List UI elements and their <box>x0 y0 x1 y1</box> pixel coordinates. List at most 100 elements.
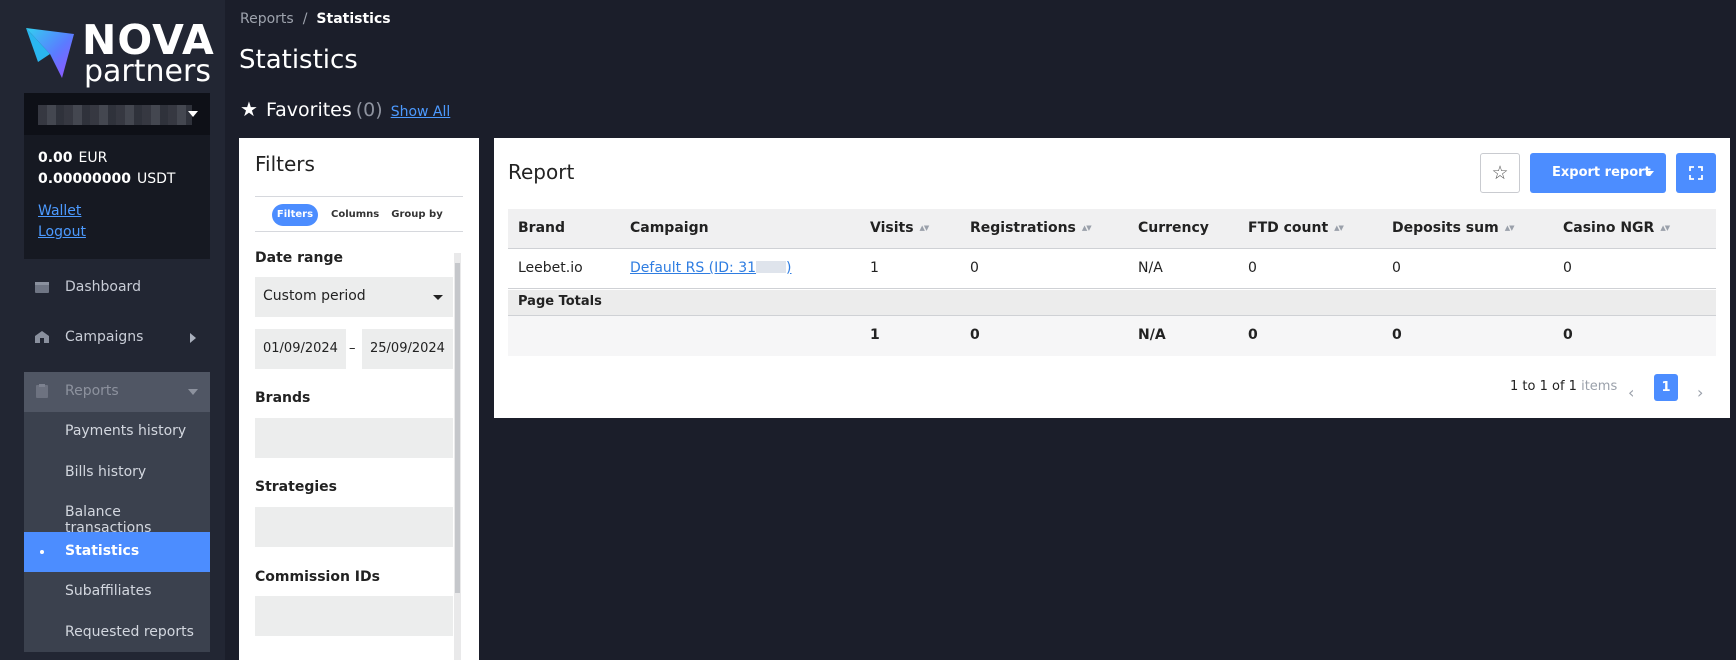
date-separator: – <box>349 341 356 356</box>
commission-ids-select[interactable] <box>255 596 453 636</box>
caret-down-icon <box>1646 171 1654 176</box>
nova-partners-logo[interactable]: NOVA partners <box>24 20 214 89</box>
brands-select[interactable] <box>255 418 453 458</box>
caret-down-icon <box>433 295 443 300</box>
commission-ids-label: Commission IDs <box>255 569 380 585</box>
date-period-select[interactable]: Custom period <box>255 277 453 317</box>
campaign-link[interactable]: Default RS (ID: 31) <box>630 260 792 276</box>
logout-link[interactable]: Logout <box>38 224 86 240</box>
nav-label-dashboard: Dashboard <box>65 279 141 295</box>
col-campaign[interactable]: Campaign <box>630 220 709 236</box>
page-title: Statistics <box>239 45 358 75</box>
tab-columns[interactable]: Columns <box>331 204 379 226</box>
active-dot <box>40 550 44 554</box>
chevron-right-icon[interactable]: › <box>1697 383 1703 402</box>
cell-currency: N/A <box>1138 260 1163 276</box>
total-deposits-sum: 0 <box>1392 327 1402 343</box>
date-from-input[interactable]: 01/09/2024 <box>255 329 346 369</box>
logo-text-partners: partners <box>84 54 211 89</box>
total-visits: 1 <box>870 327 880 343</box>
star-outline-icon: ☆ <box>1491 162 1509 184</box>
total-casino-ngr: 0 <box>1563 327 1573 343</box>
breadcrumb-reports[interactable]: Reports <box>240 11 294 27</box>
sort-icon: ▲▼ <box>1504 224 1515 232</box>
account-panel: 0.00 EUR 0.00000000 USDT Wallet Logout <box>24 93 210 259</box>
filters-panel: Filters Filters Columns Group by Date ra… <box>239 138 479 660</box>
chevron-down-icon <box>188 389 198 395</box>
cell-visits: 1 <box>870 260 879 276</box>
nav-item-reports[interactable]: Reports <box>24 372 210 412</box>
subnav-payments-history[interactable]: Payments history <box>24 412 210 452</box>
nav-label-reports: Reports <box>65 383 119 399</box>
cell-ftd-count: 0 <box>1248 260 1257 276</box>
subnav-balance-transactions[interactable]: Balance transactions <box>24 493 210 536</box>
pagination-page-1[interactable]: 1 <box>1654 374 1678 401</box>
cell-deposits-sum: 0 <box>1392 260 1401 276</box>
wallet-link[interactable]: Wallet <box>38 203 81 219</box>
chevron-right-icon <box>190 333 196 343</box>
page-totals-header: Page Totals <box>508 290 1716 316</box>
total-currency: N/A <box>1138 327 1166 343</box>
date-to-input[interactable]: 25/09/2024 <box>362 329 453 369</box>
sort-icon: ▲▼ <box>919 224 930 232</box>
fullscreen-button[interactable] <box>1676 153 1716 193</box>
table-row: Leebet.io Default RS (ID: 31) 1 0 N/A 0 … <box>508 249 1716 289</box>
breadcrumb-current: Statistics <box>316 11 391 27</box>
campaigns-icon <box>35 331 49 343</box>
cell-brand: Leebet.io <box>518 260 583 276</box>
filters-tabs: Filters Columns Group by <box>255 196 463 232</box>
page-totals-row: 1 0 N/A 0 0 0 <box>508 316 1716 356</box>
tab-group-by[interactable]: Group by <box>391 204 443 226</box>
subnav-statistics[interactable]: Statistics <box>24 532 210 572</box>
add-favorite-button[interactable]: ☆ <box>1480 153 1520 193</box>
col-deposits-sum[interactable]: Deposits sum ▲▼ <box>1392 220 1515 236</box>
filters-title: Filters <box>255 152 315 176</box>
dashboard-icon <box>35 282 49 293</box>
strategies-label: Strategies <box>255 479 337 495</box>
col-ftd-count[interactable]: FTD count ▲▼ <box>1248 220 1344 236</box>
cell-registrations: 0 <box>970 260 979 276</box>
total-ftd-count: 0 <box>1248 327 1258 343</box>
tab-filters[interactable]: Filters <box>272 204 318 226</box>
nav-item-campaigns[interactable]: Campaigns <box>24 318 210 358</box>
account-selector[interactable] <box>24 93 210 135</box>
nav-label-campaigns: Campaigns <box>65 329 144 345</box>
nav-item-dashboard[interactable]: Dashboard <box>24 268 210 308</box>
col-currency[interactable]: Currency <box>1138 220 1209 236</box>
scrollbar-thumb[interactable] <box>455 263 460 593</box>
subnav-requested-reports[interactable]: Requested reports <box>24 613 210 653</box>
account-name-redacted <box>38 105 192 125</box>
brands-label: Brands <box>255 390 311 406</box>
caret-down-icon <box>188 111 198 117</box>
date-range-label: Date range <box>255 250 343 266</box>
report-panel: Report ☆ Export report Brand Campaign Vi… <box>494 138 1730 418</box>
favorites-header: ★ Favorites (0) Show All <box>240 97 450 121</box>
col-brand[interactable]: Brand <box>518 220 565 236</box>
cell-casino-ngr: 0 <box>1563 260 1572 276</box>
pagination-info: 1 to 1 of 1 items <box>1510 379 1618 394</box>
col-registrations[interactable]: Registrations ▲▼ <box>970 220 1092 236</box>
show-all-link[interactable]: Show All <box>391 104 451 120</box>
logo-arrow-icon <box>26 28 74 78</box>
export-report-button[interactable]: Export report <box>1530 153 1666 193</box>
table-header: Brand Campaign Visits ▲▼ Registrations ▲▼ … <box>508 209 1716 249</box>
total-registrations: 0 <box>970 327 980 343</box>
strategies-select[interactable] <box>255 507 453 547</box>
col-visits[interactable]: Visits ▲▼ <box>870 220 930 236</box>
fullscreen-icon <box>1689 166 1703 180</box>
reports-icon <box>36 384 48 398</box>
sort-icon: ▲▼ <box>1660 224 1670 232</box>
balance-eur: 0.00 EUR <box>38 150 108 166</box>
subnav-bills-history[interactable]: Bills history <box>24 453 210 493</box>
sort-icon: ▲▼ <box>1081 224 1092 232</box>
col-casino-ngr[interactable]: Casino NGR ▲▼ <box>1563 220 1670 236</box>
sidebar: NOVA partners 0.00 EUR 0.00000000 USDT Wal… <box>0 0 225 660</box>
star-icon: ★ <box>240 97 258 121</box>
favorites-label: Favorites <box>265 99 352 121</box>
filters-scrollbar[interactable] <box>454 253 461 660</box>
subnav-subaffiliates[interactable]: Subaffiliates <box>24 572 210 612</box>
chevron-left-icon[interactable]: ‹ <box>1628 383 1634 402</box>
sort-icon: ▲▼ <box>1334 224 1344 232</box>
favorites-count: (0) <box>355 99 383 121</box>
breadcrumb: Reports / Statistics <box>240 11 391 27</box>
